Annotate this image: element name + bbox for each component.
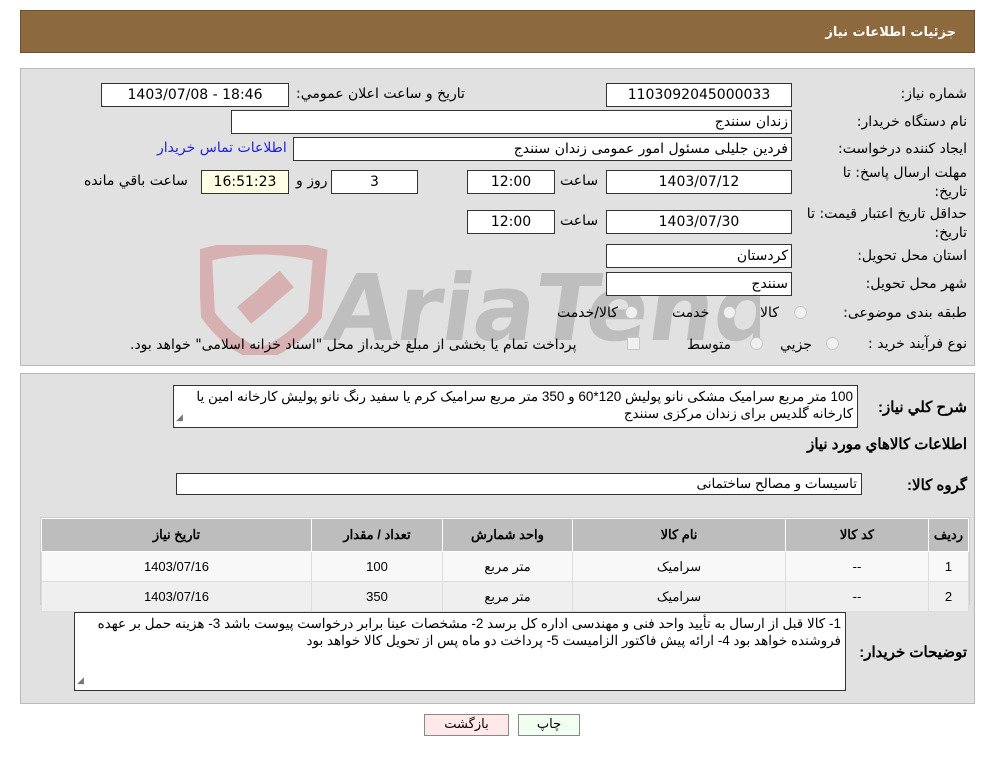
cell-row: 1 [928, 551, 969, 582]
cell-code: -- [785, 551, 929, 582]
table-row: 1 -- سرامیک متر مربع 100 1403/07/16 [41, 551, 969, 582]
table-row: 2 -- سرامیک متر مربع 350 1403/07/16 [41, 581, 969, 612]
process-label: نوع فرآیند خرید : [868, 336, 967, 352]
resize-grip-icon[interactable]: ◢ [77, 672, 84, 689]
description-label: شرح كلي نياز: [878, 399, 967, 416]
deadline-date-field: 1403/07/12 [606, 170, 792, 194]
buyer-notes-text: 1- کالا قبل از ارسال به تأیید واحد فنی و… [97, 616, 841, 648]
validity-time-label: ساعت [560, 213, 599, 229]
category-option-goods: کالا [760, 305, 779, 321]
back-button[interactable]: بازگشت [424, 714, 509, 736]
cell-date: 1403/07/16 [41, 581, 312, 612]
creator-field: فردین جلیلی مسئول امور عمومی زندان سنندج [293, 137, 792, 161]
days-remaining-field: 3 [331, 170, 418, 194]
process-radio-minor[interactable] [826, 337, 839, 350]
buyer-contact-link[interactable]: اطلاعات تماس خريدار [157, 140, 287, 156]
need-number-field: 1103092045000033 [606, 83, 792, 107]
buyer-label: نام دستگاه خريدار: [856, 114, 967, 130]
validity-time-field: 12:00 [467, 210, 555, 234]
remaining-time-field: 16:51:23 [201, 170, 289, 194]
process-radio-medium[interactable] [750, 337, 763, 350]
col-name: نام کالا [572, 518, 786, 552]
days-label: روز و [296, 173, 328, 189]
description-text: 100 متر مربع سرامیک مشکی نانو پولیش 120*… [196, 389, 853, 421]
cell-date: 1403/07/16 [41, 551, 312, 582]
category-option-goods-service: کالا/خدمت [557, 305, 618, 321]
remaining-label: ساعت باقي مانده [84, 173, 188, 189]
validity-label: حداقل تاريخ اعتبار قيمت: تا تاریخ: [806, 206, 967, 241]
cell-row: 2 [928, 581, 969, 612]
buyer-notes-textarea[interactable]: 1- کالا قبل از ارسال به تأیید واحد فنی و… [74, 612, 846, 691]
buyer-field: زندان سنندج [231, 110, 792, 134]
col-unit: واحد شمارش [442, 518, 573, 552]
cell-name: سرامیک [572, 551, 786, 582]
cell-name: سرامیک [572, 581, 786, 612]
goods-group-label: گروه کالا: [907, 477, 967, 494]
category-radio-goods-service[interactable] [625, 306, 638, 319]
cell-qty: 350 [311, 581, 443, 612]
goods-table-wrapper: رديف کد کالا نام کالا واحد شمارش تعداد /… [40, 517, 970, 612]
creator-label: ایجاد کننده درخواست: [838, 141, 967, 157]
city-label: شهر محل تحويل: [865, 276, 967, 292]
province-label: استان محل تحويل: [857, 248, 967, 264]
cell-unit: متر مربع [442, 581, 573, 612]
col-date: تاریخ نیاز [41, 518, 312, 552]
province-field: کردستان [606, 244, 792, 268]
cell-code: -- [785, 581, 929, 612]
category-label: طبقه بندی موضوعی: [843, 305, 967, 321]
announce-field: 1403/07/08 - 18:46 [101, 83, 289, 107]
process-option-medium: متوسط [687, 337, 731, 353]
treasury-payment-checkbox[interactable] [627, 337, 640, 350]
validity-date-field: 1403/07/30 [606, 210, 792, 234]
buyer-notes-label: توضیحات خریدار: [859, 644, 967, 661]
need-number-label: شماره نیاز: [900, 86, 968, 102]
page-header: جزئیات اطلاعات نیاز [20, 10, 975, 53]
treasury-payment-note: پرداخت تمام یا بخشی از مبلغ خرید،از محل … [130, 337, 577, 353]
col-row: رديف [928, 518, 969, 552]
col-code: کد کالا [785, 518, 929, 552]
deadline-time-label: ساعت [560, 173, 599, 189]
deadline-time-field: 12:00 [467, 170, 555, 194]
process-option-minor: جزيي [780, 337, 812, 353]
goods-table: رديف کد کالا نام کالا واحد شمارش تعداد /… [41, 518, 969, 612]
category-radio-service[interactable] [723, 306, 736, 319]
cell-unit: متر مربع [442, 551, 573, 582]
resize-grip-icon[interactable]: ◢ [176, 409, 183, 426]
description-textarea[interactable]: 100 متر مربع سرامیک مشکی نانو پولیش 120*… [173, 385, 858, 428]
page-title: جزئیات اطلاعات نیاز [825, 25, 956, 40]
goods-group-field: تاسیسات و مصالح ساختمانی [176, 473, 862, 495]
deadline-label: مهلت ارسال پاسخ: تا تاریخ: [842, 165, 967, 200]
print-button[interactable]: چاپ [518, 714, 580, 736]
announce-label: تاريخ و ساعت اعلان عمومي: [296, 86, 465, 102]
cell-qty: 100 [311, 551, 443, 582]
goods-info-title: اطلاعات كالاهاي مورد نياز [807, 436, 967, 453]
category-option-service: خدمت [672, 305, 710, 321]
city-field: سنندج [606, 272, 792, 296]
category-radio-goods[interactable] [794, 306, 807, 319]
col-qty: تعداد / مقدار [311, 518, 443, 552]
